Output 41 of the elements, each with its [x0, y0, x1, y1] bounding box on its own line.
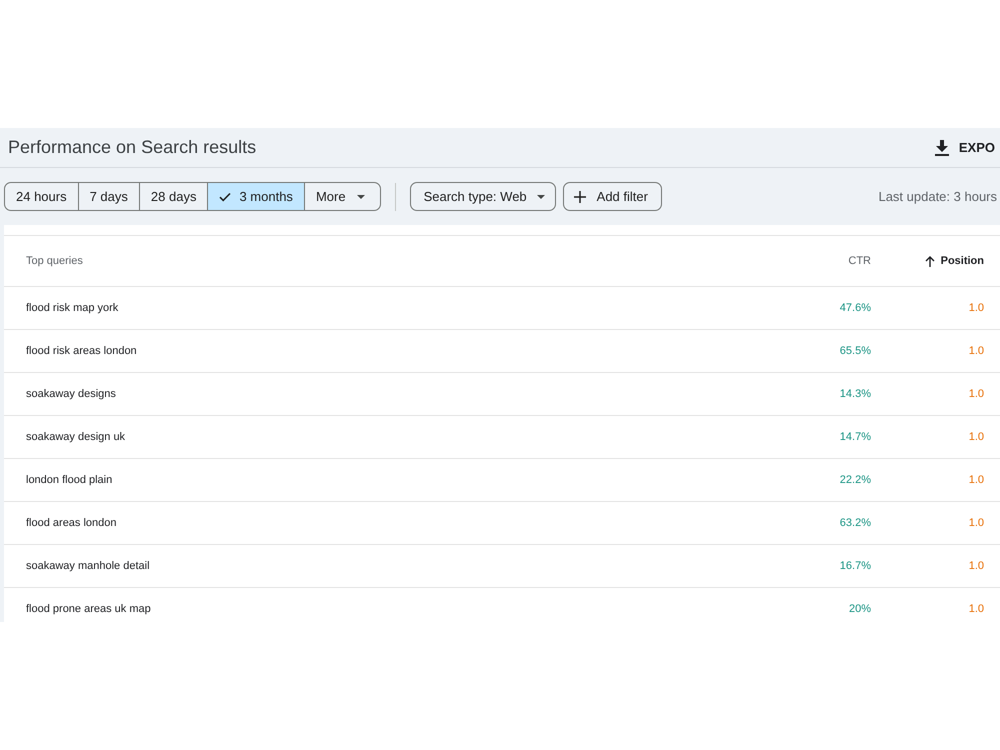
query-cell-text: flood areas london — [26, 516, 117, 531]
position-cell-text: 1.0 — [968, 472, 984, 488]
query-cell-text: london flood plain — [26, 472, 112, 488]
export-button[interactable]: EXPO — [934, 138, 1000, 158]
ctr-cell-text: 20% — [848, 602, 871, 617]
query-cell-text: flood risk areas london — [26, 344, 137, 359]
plus-icon — [574, 190, 586, 202]
ctr-cell-text: 47.6% — [840, 300, 871, 316]
date-range-tab[interactable]: 3 months — [208, 183, 305, 210]
position-cell-text: 1.0 — [968, 602, 984, 617]
page-title: Performance on Search results — [8, 136, 256, 159]
date-range-tab[interactable]: 24 hours — [5, 183, 79, 210]
position-cell-text: 1.0 — [968, 300, 984, 316]
query-cell-text: flood prone areas uk map — [26, 602, 151, 617]
query-cell-text: flood risk map york — [26, 300, 118, 316]
position-cell-text: 1.0 — [968, 558, 984, 574]
column-header[interactable]: Position — [940, 252, 984, 270]
column-header[interactable]: CTR — [848, 252, 871, 270]
position-cell-text: 1.0 — [968, 516, 984, 531]
query-cell-text: soakaway manhole detail — [26, 558, 150, 574]
position-cell-text: 1.0 — [968, 344, 984, 359]
date-range-tab[interactable]: 7 days — [78, 183, 140, 210]
caret-icon — [536, 194, 545, 198]
ctr-cell-text: 14.7% — [840, 430, 871, 445]
ctr-cell-text: 16.7% — [840, 558, 871, 574]
ctr-cell-text: 63.2% — [840, 516, 871, 531]
check-icon — [219, 192, 232, 202]
add-filter-button[interactable]: Add filter — [562, 182, 662, 211]
position-cell-text: 1.0 — [968, 386, 984, 402]
ctr-cell-text: 14.3% — [840, 386, 871, 402]
query-cell-text: soakaway designs — [26, 386, 116, 402]
query-cell-text: soakaway design uk — [26, 430, 126, 445]
caret-icon — [356, 194, 365, 198]
ctr-cell-text: 22.2% — [840, 472, 871, 488]
filter-dropdown[interactable]: Search type: Web — [410, 182, 556, 211]
position-cell-text: 1.0 — [968, 430, 984, 445]
date-range-tab[interactable]: More — [304, 183, 380, 210]
column-header[interactable]: Top queries — [26, 252, 83, 270]
download-icon — [934, 140, 949, 156]
last-update-text: Last update: 3 hours — [878, 188, 998, 206]
ctr-cell-text: 65.5% — [840, 344, 871, 359]
